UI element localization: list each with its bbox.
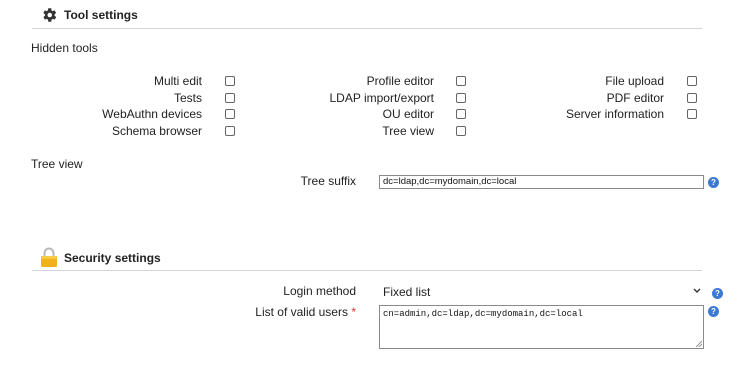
tree-suffix-label: Tree suffix xyxy=(300,174,356,188)
tree-view-section-label: Tree view xyxy=(31,157,83,171)
tool-settings-title: Tool settings xyxy=(64,8,138,22)
checkbox-schema-browser[interactable] xyxy=(225,126,235,136)
checkbox-pdf-editor[interactable] xyxy=(687,93,697,103)
checkbox-server-information[interactable] xyxy=(687,109,697,119)
tool-label-ldap-import-export: LDAP import/export xyxy=(329,91,435,105)
checkbox-tests[interactable] xyxy=(225,93,235,103)
resize-grip-icon[interactable] xyxy=(696,341,702,347)
checkbox-profile-editor[interactable] xyxy=(456,76,466,86)
valid-users-textarea[interactable]: cn=admin,dc=ldap,dc=mydomain,dc=local xyxy=(379,305,704,349)
hidden-tools-label: Hidden tools xyxy=(31,41,98,55)
tool-label-ou-editor: OU editor xyxy=(382,107,434,121)
tree-suffix-help-icon[interactable]: ? xyxy=(708,177,719,188)
tool-label-multi-edit: Multi edit xyxy=(153,74,202,88)
chevron-down-icon xyxy=(693,286,701,296)
tool-settings-header: Tool settings xyxy=(40,6,138,24)
tree-suffix-input[interactable]: dc=ldap,dc=mydomain,dc=local xyxy=(379,175,704,189)
valid-users-help-icon[interactable]: ? xyxy=(708,306,719,317)
security-settings-title: Security settings xyxy=(64,250,161,265)
valid-users-label-text: List of valid users xyxy=(255,305,348,319)
checkbox-ou-editor[interactable] xyxy=(456,109,466,119)
checkbox-tree-view[interactable] xyxy=(456,126,466,136)
tool-label-file-upload: File upload xyxy=(605,74,664,88)
tool-settings-divider xyxy=(32,28,702,29)
tool-label-pdf-editor: PDF editor xyxy=(606,91,664,105)
security-settings-header: Security settings xyxy=(40,247,161,268)
valid-users-label: List of valid users * xyxy=(255,305,356,319)
valid-users-value: cn=admin,dc=ldap,dc=mydomain,dc=local xyxy=(383,309,583,319)
required-marker: * xyxy=(351,305,356,319)
tool-label-schema-browser: Schema browser xyxy=(111,124,202,138)
login-method-value: Fixed list xyxy=(383,285,431,299)
login-method-help-icon[interactable]: ? xyxy=(712,288,723,299)
checkbox-file-upload[interactable] xyxy=(687,76,697,86)
checkbox-ldap-import-export[interactable] xyxy=(456,93,466,103)
tool-label-webauthn-devices: WebAuthn devices xyxy=(102,107,202,121)
tool-label-server-information: Server information xyxy=(565,107,664,121)
checkbox-multi-edit[interactable] xyxy=(225,76,235,86)
checkbox-webauthn-devices[interactable] xyxy=(225,109,235,119)
tool-label-tests: Tests xyxy=(173,91,202,105)
security-settings-divider xyxy=(32,270,702,271)
tool-label-profile-editor: Profile editor xyxy=(366,74,434,88)
gear-icon xyxy=(40,6,58,24)
login-method-select[interactable]: Fixed list xyxy=(379,284,704,300)
lock-icon xyxy=(40,247,58,268)
tool-label-tree-view: Tree view xyxy=(382,124,434,138)
login-method-label: Login method xyxy=(283,284,356,298)
